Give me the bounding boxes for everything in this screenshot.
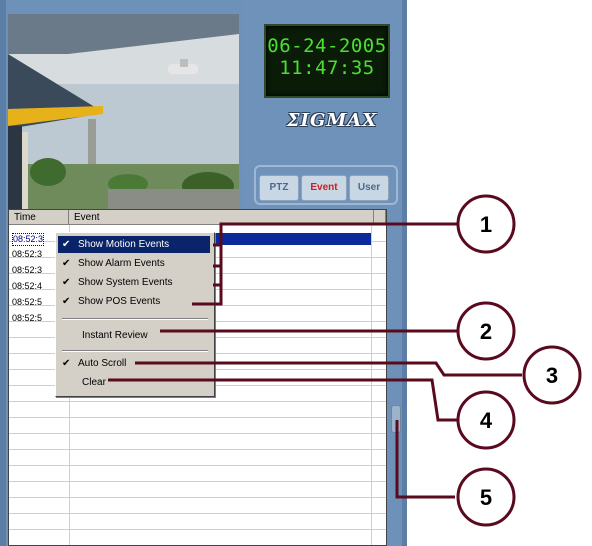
callout-leader-lines (108, 222, 522, 499)
callout-number-2: 2 (480, 319, 492, 344)
callout-number-3: 3 (546, 363, 558, 388)
callout-number-1: 1 (480, 212, 492, 237)
callout-circles (456, 194, 582, 527)
callout-5-line (395, 420, 455, 499)
callout-number-5: 5 (480, 485, 492, 510)
callout-4-line (108, 378, 458, 422)
callout-number-4: 4 (480, 408, 493, 433)
callout-annotations: 1 2 3 4 5 (108, 194, 582, 527)
callout-1-line (213, 222, 458, 247)
callout-1-line (192, 245, 223, 306)
callout-3-line (135, 361, 522, 377)
